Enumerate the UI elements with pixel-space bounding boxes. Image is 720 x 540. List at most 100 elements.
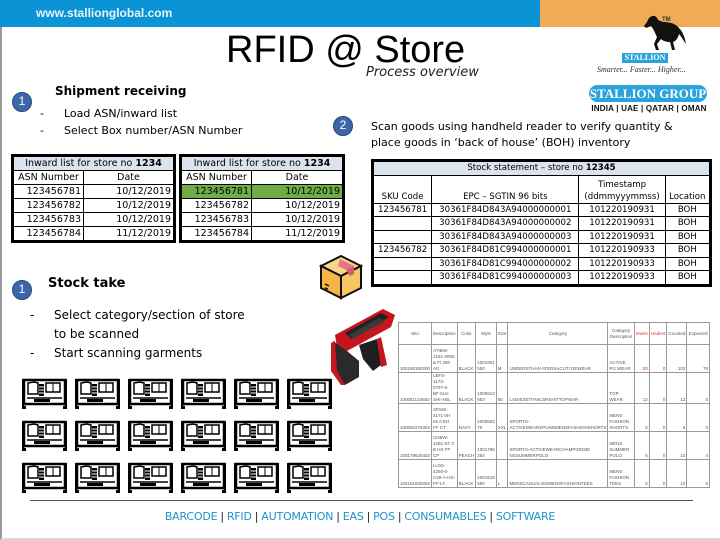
- count-cell: 5: [686, 459, 710, 488]
- table-row[interactable]: 123456781 30361F84D843A94000000001 1012201…: [372, 202, 711, 217]
- clothing-rack-icon: [286, 462, 333, 497]
- table-title: Inward list for store no 1234: [181, 156, 343, 171]
- bullet-text: Load ASN/inward list: [64, 107, 178, 120]
- table-row[interactable]: 30361F84D81C994000000003 101220190933 BOH: [372, 270, 711, 285]
- column-header-unders: Unders: [648, 322, 668, 345]
- clothing-rack-icon: [180, 420, 227, 455]
- bullet-item: - Start scanning garments: [30, 346, 203, 360]
- column-header: ASN Number: [13, 170, 84, 185]
- clothing-rack-icon: [74, 420, 121, 455]
- timestamp-cell: 101220190931: [578, 202, 666, 217]
- inward-list-table: Inward list for store no 1234 ASN Number…: [11, 154, 176, 243]
- trademark-label: TM: [662, 17, 671, 23]
- table-row-selected[interactable]: 123456781 10/12/2019: [181, 184, 343, 199]
- count-cell: 1001518 550: [475, 459, 497, 488]
- count-cell: 10: [666, 431, 688, 460]
- table-row[interactable]: 100061134602 LBFS-1173-0797-6-BF-5L6-SHI-…: [397, 372, 710, 404]
- asn-cell: 123456784: [13, 226, 84, 241]
- footer-link-rfid[interactable]: RFID: [227, 510, 252, 523]
- date-cell: 10/12/2019: [83, 212, 174, 227]
- column-header: Color: [456, 322, 477, 345]
- location-cell: BOH: [664, 256, 711, 271]
- count-cell: SPORTS-ACTIVEWEARCHAMPIONME NSSUMMERPOLO: [507, 431, 609, 460]
- table-row[interactable]: 123456783 10/12/2019: [13, 212, 174, 227]
- timestamp-cell: 101220190933: [578, 243, 666, 258]
- table-row[interactable]: 123456782 10/12/2019: [181, 198, 343, 213]
- footer-divider: [30, 500, 693, 501]
- bullet-item: - Load ASN/inward list: [40, 107, 178, 120]
- count-cell: 0: [648, 459, 668, 488]
- table-row[interactable]: 100190180200 ATIBW-2191-0005 & FI 250 AG B…: [397, 344, 710, 373]
- count-cell: BLACK: [456, 372, 477, 404]
- count-cell: 0: [686, 403, 710, 432]
- count-cell: ACTIVE PG WEAR: [607, 344, 635, 373]
- footer-link-consumables[interactable]: CONSUMABLES: [404, 510, 486, 523]
- count-cell: 10: [666, 459, 688, 488]
- asn-cell: 123456781: [181, 184, 252, 199]
- count-cell: SPSW-4171-0H 02 A EH FF CT: [431, 403, 458, 432]
- stallion-brand-label: STALLION: [622, 53, 668, 63]
- asn-cell: 123456783: [13, 212, 84, 227]
- table-row[interactable]: 100179625402 CHBW-4281-ST 0 B HS FF CP PEA…: [397, 431, 710, 460]
- table-row[interactable]: 30361F84D843A94000000002 101220190931 BOH: [372, 216, 711, 231]
- table-row[interactable]: 30361F84D843A94000000003 101220190931 BOH: [372, 229, 711, 244]
- count-cell: 1001901 550: [475, 344, 497, 373]
- sku-cell: [372, 216, 433, 231]
- date-cell: 11/12/2019: [251, 226, 343, 241]
- link-separator: |: [489, 510, 493, 523]
- location-cell: BOH: [664, 243, 711, 258]
- step-number-badge: 2: [333, 116, 353, 136]
- column-header: Sku: [397, 322, 433, 345]
- count-cell: 0: [648, 403, 668, 432]
- column-header-timestamp: Timestamp (ddmmyyymmss): [578, 174, 666, 204]
- table-row[interactable]: 30361F84D81C994000000002 101220190933 BOH: [372, 256, 711, 271]
- table-row[interactable]: 123456783 10/12/2019: [181, 212, 343, 227]
- clothing-rack-icon: [233, 378, 280, 413]
- count-cell: 78: [686, 344, 710, 373]
- clothing-rack-icon: [180, 462, 227, 497]
- clothing-racks-grid: [21, 378, 333, 497]
- bullet-item: - Select category/section of store: [30, 308, 245, 322]
- footer-link-software[interactable]: SOFTWARE: [496, 510, 555, 523]
- brand-tagline: Smarter... Faster... Higher...: [597, 65, 686, 74]
- footer-link-barcode[interactable]: BARCODE: [165, 510, 218, 523]
- count-cell: PEACH: [456, 431, 477, 460]
- count-cell: 100151840002: [397, 459, 433, 488]
- footer-link-pos[interactable]: POS: [373, 510, 395, 523]
- count-cell: NAVY: [456, 403, 477, 432]
- footer-link-eas[interactable]: EAS: [343, 510, 364, 523]
- table-row[interactable]: 123456782 30361F84D81C994000000001 1012201…: [372, 243, 711, 258]
- count-cell: 102: [666, 344, 688, 373]
- count-cell: MENSCASUALISOMENSFASHIONTEES: [507, 459, 609, 488]
- count-cell: M: [495, 344, 509, 373]
- date-cell: 10/12/2019: [83, 198, 174, 213]
- count-cell: 100190180200: [397, 344, 433, 373]
- count-cell: L: [495, 459, 509, 488]
- table-row[interactable]: 100151840002 LU15-4250-0-C28-A-HS-FF-LY BL…: [397, 459, 710, 488]
- shipment-receiving-heading: Shipment receiving: [55, 84, 187, 98]
- bullet-text: Start scanning garments: [54, 346, 203, 360]
- column-header: Category Description: [607, 322, 635, 345]
- count-cell: XXL: [495, 403, 509, 432]
- count-cell: 1001796 254: [475, 431, 497, 460]
- clothing-rack-icon: [74, 462, 121, 497]
- table-row[interactable]: 123456784 11/12/2019: [181, 226, 343, 241]
- count-cell: LU15-4250-0-C28-A-HS-FF-LY: [431, 459, 458, 488]
- location-cell: BOH: [664, 229, 711, 244]
- table-row[interactable]: 123456784 11/12/2019: [13, 226, 174, 241]
- countries-label: INDIA | UAE | QATAR | OMAN: [591, 104, 707, 113]
- website-url[interactable]: www.stallionglobal.com: [36, 6, 172, 20]
- column-header: Date: [83, 170, 174, 185]
- asn-cell: 123456782: [181, 198, 252, 213]
- footer-links: BARCODE | RFID | AUTOMATION | EAS | POS | CONSUMAB…: [0, 510, 720, 523]
- count-cell: UNDERSTHAN ATERSACUTI DEWEAR: [507, 344, 609, 373]
- footer-link-automation[interactable]: AUTOMATION: [261, 510, 333, 523]
- count-cell: 12: [633, 372, 650, 404]
- clothing-rack-icon: [21, 420, 68, 455]
- table-row[interactable]: 123456782 10/12/2019: [13, 198, 174, 213]
- column-header: Location: [664, 174, 711, 204]
- count-cell: 4: [686, 431, 710, 460]
- epc-cell: 30361F84D81C994000000002: [431, 256, 580, 271]
- table-row[interactable]: 100060276302 SPSW-4171-0H 02 A EH FF CT NA…: [397, 403, 710, 432]
- table-row[interactable]: 123456781 10/12/2019: [13, 184, 174, 199]
